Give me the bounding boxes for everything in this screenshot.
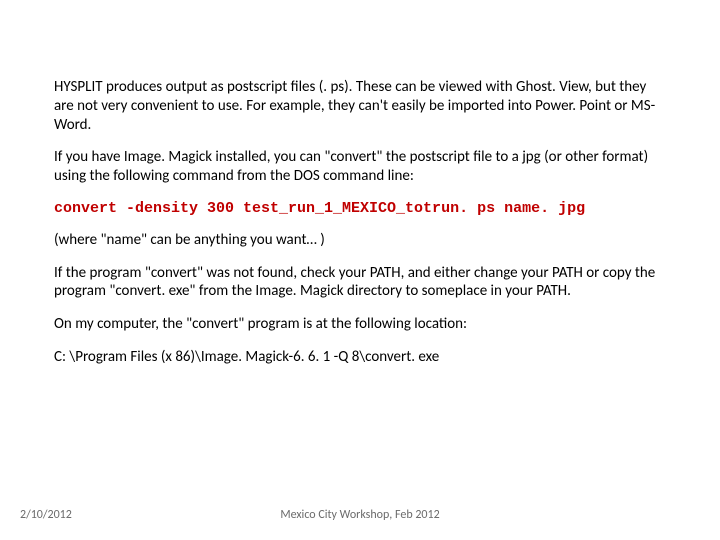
paragraph-location-path: C: \Program Files (x 86)\Image. Magick-6… [54, 348, 666, 367]
command-line: convert -density 300 test_run_1_MEXICO_t… [54, 200, 666, 217]
paragraph-path-help: If the program "convert" was not found, … [54, 264, 666, 302]
paragraph-convert-intro: If you have Image. Magick installed, you… [54, 148, 666, 186]
paragraph-name-note: (where "name" can be anything you want… … [54, 231, 666, 250]
footer-title: Mexico City Workshop, Feb 2012 [0, 508, 720, 522]
slide: HYSPLIT produces output as postscript fi… [0, 0, 720, 540]
paragraph-intro: HYSPLIT produces output as postscript fi… [54, 78, 666, 134]
paragraph-location-intro: On my computer, the "convert" program is… [54, 315, 666, 334]
slide-body: HYSPLIT produces output as postscript fi… [54, 78, 666, 381]
